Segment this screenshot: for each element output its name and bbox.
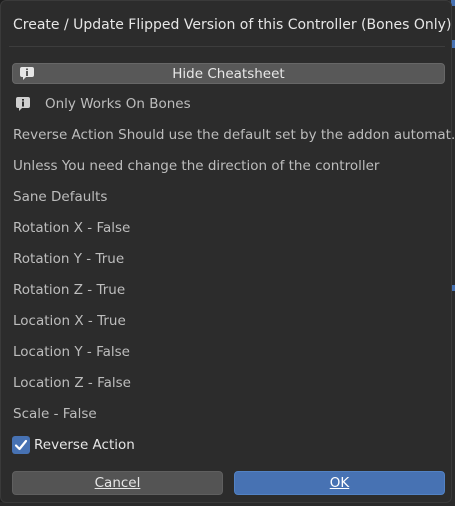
cheatsheet-line: Unless You need change the direction of …: [13, 158, 380, 174]
cheatsheet-line: Rotation Z - True: [13, 282, 126, 298]
reverse-action-checkbox[interactable]: [12, 436, 30, 454]
cheatsheet-line: Rotation X - False: [13, 220, 131, 236]
cheatsheet-line: Location Y - False: [13, 344, 130, 360]
reverse-action-label: Reverse Action: [34, 437, 135, 453]
title-divider: [9, 46, 445, 47]
ok-button-label: OK: [329, 475, 350, 491]
cheatsheet-line: Rotation Y - True: [13, 251, 125, 267]
info-note: Only Works On Bones: [45, 96, 191, 112]
cheatsheet-line: Scale - False: [13, 406, 97, 422]
info-icon: [16, 97, 30, 111]
cancel-button-label: Cancel: [94, 475, 141, 491]
cheatsheet-line: Sane Defaults: [13, 189, 108, 205]
cheatsheet-line: Location X - True: [13, 313, 126, 329]
cheatsheet-button-label: Hide Cheatsheet: [172, 66, 285, 82]
flip-controller-dialog: Create / Update Flipped Version of this …: [0, 0, 455, 503]
cheatsheet-line: Location Z - False: [13, 375, 131, 391]
checkmark-icon: [14, 439, 28, 451]
cancel-button[interactable]: Cancel: [12, 471, 223, 495]
cheatsheet-line: Reverse Action Should use the default se…: [13, 127, 455, 143]
ok-button[interactable]: OK: [234, 471, 445, 495]
hide-cheatsheet-button[interactable]: Hide Cheatsheet: [12, 63, 445, 84]
dialog-title: Create / Update Flipped Version of this …: [13, 17, 452, 33]
